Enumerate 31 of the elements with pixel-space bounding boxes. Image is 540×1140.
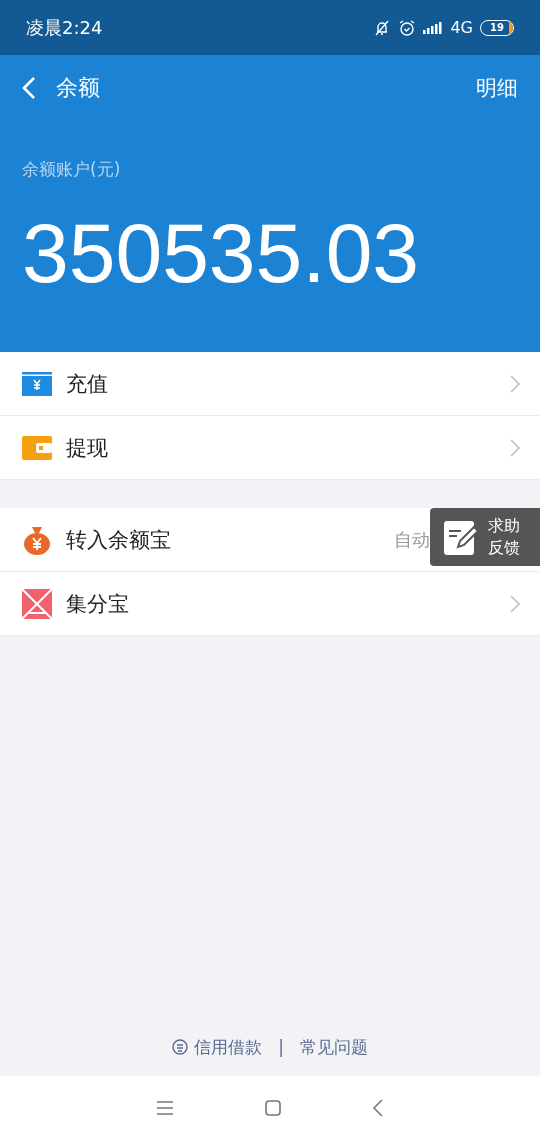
home-icon[interactable] [264, 1099, 282, 1117]
wallet-icon [22, 435, 52, 460]
menu-label: 转入余额宝 [66, 526, 172, 554]
edit-note-icon [444, 519, 478, 555]
credit-loan-link[interactable]: 信用借款 [194, 1035, 263, 1059]
balance-amount: 350535.03 [22, 211, 421, 295]
menu-row[interactable]: 充值 [0, 352, 540, 416]
feedback-label: 反馈 [488, 537, 520, 559]
details-link[interactable]: 明细 [476, 73, 518, 102]
faq-link[interactable]: 常见问题 [299, 1035, 368, 1059]
money-bag-icon [22, 524, 52, 555]
balance-label: 余额账户(元) [22, 158, 122, 181]
credit-icon [172, 1039, 189, 1055]
row-note: 自动 [394, 527, 430, 552]
signal-icon [423, 20, 444, 35]
menu-row[interactable]: 提现 [0, 416, 540, 480]
clock-time: 凌晨2:24 [26, 15, 103, 40]
network-label: 4G [450, 18, 473, 37]
feedback-tooltip[interactable]: 求助 反馈 [430, 508, 540, 566]
menu-label: 提现 [66, 434, 109, 462]
separator: | [278, 1037, 284, 1057]
menu-row[interactable]: 集分宝 [0, 572, 540, 636]
card-icon [22, 371, 52, 396]
menu-label: 充值 [66, 370, 109, 398]
menu-icon[interactable] [156, 1101, 174, 1115]
page-title: 余额 [56, 73, 101, 102]
back-icon[interactable] [372, 1099, 384, 1117]
menu-label: 集分宝 [66, 590, 130, 618]
alarm-clock-icon [398, 18, 417, 37]
points-icon [22, 588, 52, 619]
feedback-label: 求助 [488, 515, 520, 537]
